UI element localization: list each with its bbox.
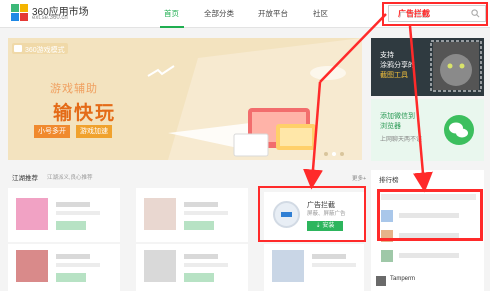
app-icon: [272, 250, 304, 282]
screenshot-tool-promo[interactable]: 支持 涂鸦分享的 截图工具: [371, 38, 484, 96]
app-icon: [144, 250, 176, 282]
nav-home[interactable]: 首页: [164, 8, 179, 19]
app-card[interactable]: [264, 244, 364, 291]
wechat-promo[interactable]: 添加微信到 浏览器 上网聊天两不误: [371, 99, 484, 161]
logo-subtitle: ext.se.360.cn: [32, 15, 68, 21]
section-subtitle: 江湖派义,良心推荐: [47, 175, 93, 181]
carousel-dot-active[interactable]: [332, 152, 336, 156]
tampermonkey-icon: [376, 276, 386, 286]
app-install-placeholder: [184, 221, 214, 230]
banner-headline: 游戏辅助: [50, 83, 98, 95]
promo2-line2: 浏览器: [380, 123, 401, 130]
section-title: 江湖推荐: [12, 175, 38, 182]
banner-slogan: 输快玩: [53, 103, 117, 124]
banner-pill-multi: 小号多开: [34, 125, 70, 138]
app-desc-placeholder: [184, 211, 228, 215]
app-install-placeholder: [184, 273, 214, 282]
rank-icon-placeholder: [381, 250, 393, 262]
app-icon: [16, 198, 48, 230]
annotation-label: 广告拦截: [398, 9, 430, 18]
carousel-dot[interactable]: [324, 152, 328, 156]
app-desc-placeholder: [184, 263, 228, 267]
app-card[interactable]: [136, 244, 248, 291]
banner-badge: 360游戏模式: [25, 47, 65, 54]
promo1-line2: 涂鸦分享的: [380, 62, 415, 69]
nav-open-platform[interactable]: 开放平台: [258, 8, 288, 19]
more-link[interactable]: 更多+: [352, 174, 366, 182]
app-name-placeholder: [184, 254, 218, 259]
carousel-dot[interactable]: [340, 152, 344, 156]
app-card[interactable]: [8, 244, 120, 291]
app-card[interactable]: [8, 188, 120, 242]
app-install-placeholder: [56, 273, 86, 282]
wechat-icon: [444, 115, 474, 145]
app-desc-placeholder: [56, 211, 100, 215]
promo2-line1: 添加微信到: [380, 113, 415, 120]
app-card[interactable]: [136, 188, 248, 242]
promo2-line3: 上网聊天两不误: [380, 137, 423, 143]
app-name-placeholder: [56, 254, 90, 259]
app-icon: [144, 198, 176, 230]
banner-pill-speed: 游戏加速: [76, 125, 112, 138]
promo1-line3: 截图工具: [380, 72, 408, 79]
app-market-page: { "header": { "logo_title": "360应用市场", "…: [0, 0, 490, 291]
app-icon: [16, 250, 48, 282]
annotation-box-adblock: [258, 186, 366, 242]
nav-active-indicator: [160, 26, 184, 28]
app-name-placeholder: [56, 202, 90, 207]
logo-icon[interactable]: [11, 4, 29, 22]
app-name-placeholder: [184, 202, 218, 207]
rank-row-placeholder: [399, 253, 459, 258]
promo1-line1: 支持: [380, 52, 394, 59]
nav-community[interactable]: 社区: [313, 8, 328, 19]
app-name-placeholder: [312, 254, 346, 259]
ranking-title: 排行榜: [379, 177, 399, 184]
app-desc-placeholder: [56, 263, 100, 267]
rank-item-tampermonkey[interactable]: Tamperm: [390, 276, 415, 282]
app-desc-placeholder: [312, 263, 356, 267]
game-mode-banner[interactable]: 360游戏模式 游戏辅助 输快玩 小号多开 游戏加速: [8, 38, 362, 160]
annotation-box-panel: [377, 189, 483, 241]
app-install-placeholder: [56, 221, 86, 230]
nav-all-categories[interactable]: 全部分类: [204, 8, 234, 19]
